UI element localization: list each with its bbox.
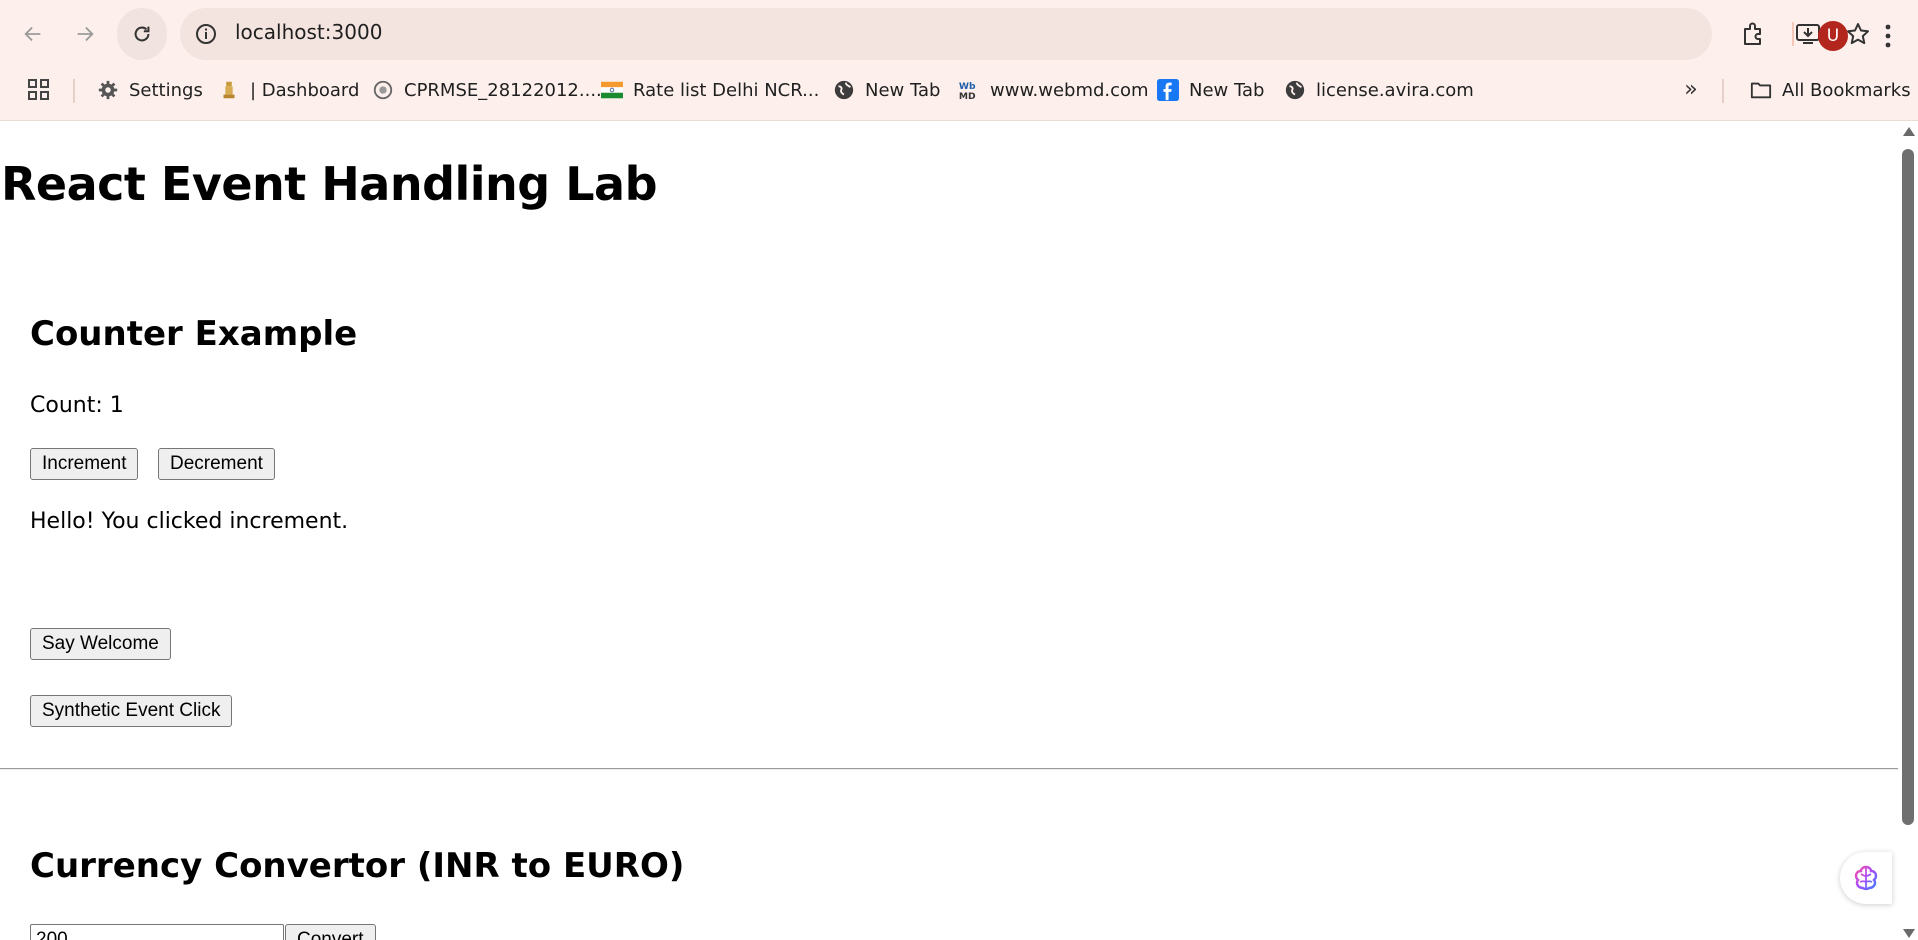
bookmark-label: | Dashboard: [250, 79, 360, 101]
arrow-right-icon: [77, 26, 94, 42]
bookmark-dashboard[interactable]: | Dashboard: [218, 72, 359, 108]
bookmark-rate-list[interactable]: Rate list Delhi NCR...: [601, 72, 819, 108]
bookmark-label: Rate list Delhi NCR...: [633, 79, 820, 101]
gear-icon: [97, 79, 119, 101]
scroll-down-arrow-icon[interactable]: [1903, 929, 1915, 938]
count-text: Count: 1: [30, 393, 124, 418]
bookmark-label: www.webmd.com: [990, 79, 1149, 101]
url-text[interactable]: localhost:3000: [235, 20, 382, 44]
say-welcome-button[interactable]: Say Welcome: [30, 628, 171, 660]
toolbar-divider: [1792, 22, 1794, 46]
bookmark-label: license.avira.com: [1316, 79, 1474, 101]
reload-button[interactable]: [117, 8, 167, 60]
bookmark-label: New Tab: [865, 79, 941, 101]
site-info-icon[interactable]: [194, 22, 218, 46]
emblem-icon: [218, 79, 240, 101]
bookmark-label: Settings: [129, 79, 203, 101]
seal-icon: [372, 79, 394, 101]
bookmarks-divider: [1722, 79, 1724, 103]
bookmark-avira[interactable]: license.avira.com: [1284, 72, 1474, 108]
bookmark-label: CPRMSE_28122012....: [404, 79, 602, 101]
globe-icon: [833, 79, 855, 101]
back-button[interactable]: [15, 16, 51, 52]
more-bookmarks-chevron-icon[interactable]: »: [1678, 78, 1704, 104]
bookmark-label: All Bookmarks: [1782, 79, 1911, 101]
decrement-button[interactable]: Decrement: [158, 448, 275, 480]
forward-button[interactable]: [67, 16, 103, 52]
counter-heading: Counter Example: [30, 314, 358, 354]
page-viewport: React Event Handling Lab Counter Example…: [0, 121, 1898, 940]
scroll-up-arrow-icon[interactable]: [1903, 127, 1915, 136]
globe-icon: [1284, 79, 1306, 101]
arrow-left-icon: [24, 26, 41, 42]
bookmarks-bar: Settings | Dashboard CPRMSE_28122012....…: [0, 72, 1918, 112]
scrollbar-thumb[interactable]: [1902, 149, 1914, 825]
extensions-icon[interactable]: [1741, 21, 1767, 47]
bookmark-webmd[interactable]: Wb MD www.webmd.com: [958, 72, 1149, 108]
kebab-menu-icon[interactable]: [1878, 22, 1898, 50]
vertical-scrollbar[interactable]: [1898, 121, 1918, 940]
bookmark-new-tab-1[interactable]: New Tab: [833, 72, 940, 108]
svg-text:MD: MD: [959, 91, 976, 102]
profile-avatar[interactable]: U: [1818, 21, 1848, 51]
browser-toolbar: localhost:3000 U Settings | Dashboard CP…: [0, 0, 1918, 121]
synthetic-event-button[interactable]: Synthetic Event Click: [30, 695, 233, 727]
increment-button[interactable]: Increment: [30, 448, 139, 480]
bookmark-new-tab-2[interactable]: New Tab: [1157, 72, 1264, 108]
brain-icon: [1854, 865, 1878, 891]
reload-icon: [134, 26, 150, 42]
currency-heading: Currency Convertor (INR to EURO): [30, 846, 685, 886]
ai-assistant-button[interactable]: [1840, 852, 1892, 904]
bookmark-label: New Tab: [1189, 79, 1265, 101]
page-title: React Event Handling Lab: [1, 157, 658, 211]
address-bar[interactable]: localhost:3000: [180, 8, 1869, 60]
bookmark-cprmse[interactable]: CPRMSE_28122012....: [372, 72, 602, 108]
facebook-icon: [1157, 79, 1179, 101]
bookmark-settings[interactable]: Settings: [97, 72, 203, 108]
folder-icon: [1750, 79, 1772, 101]
webmd-icon: Wb MD: [958, 79, 980, 102]
india-flag-icon: [601, 79, 623, 101]
section-divider: [0, 768, 1898, 770]
all-bookmarks-button[interactable]: All Bookmarks: [1750, 72, 1911, 108]
convert-button[interactable]: Convert: [285, 924, 376, 940]
bookmark-star-icon[interactable]: [1845, 21, 1871, 47]
counter-message: Hello! You clicked increment.: [30, 509, 349, 534]
amount-input[interactable]: [30, 924, 284, 940]
